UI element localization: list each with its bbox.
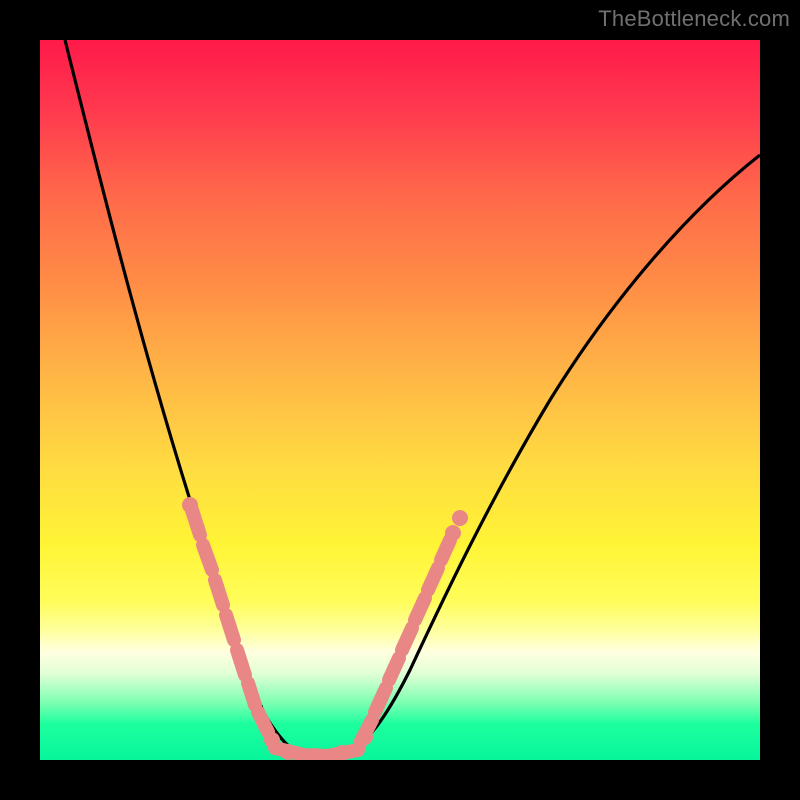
bottleneck-curve <box>65 40 760 756</box>
markers-bottom-dots <box>280 744 350 760</box>
watermark-text: TheBottleneck.com <box>598 6 790 32</box>
curve-layer <box>40 40 760 760</box>
markers-right-arm <box>360 540 450 743</box>
markers-left-arm <box>192 510 268 732</box>
chart-frame: TheBottleneck.com <box>0 0 800 800</box>
plot-area <box>40 40 760 760</box>
